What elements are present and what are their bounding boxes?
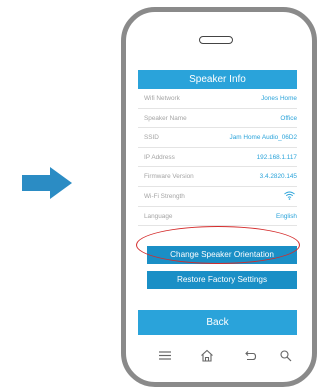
- row-wifi-strength: Wi-Fi Strength: [138, 187, 297, 207]
- back-button[interactable]: Back: [138, 310, 297, 335]
- search-icon[interactable]: [279, 349, 293, 362]
- row-language[interactable]: Language English: [138, 207, 297, 227]
- row-label: Wi-Fi Strength: [144, 192, 185, 200]
- row-ip-address: IP Address 192.168.1.117: [138, 148, 297, 168]
- phone-speaker-slot: [199, 36, 233, 44]
- restore-factory-button[interactable]: Restore Factory Settings: [147, 271, 297, 289]
- right-arrow-icon: [22, 167, 72, 199]
- speaker-info-list: Wifi Network Jones Home Speaker Name Off…: [138, 89, 297, 227]
- row-ssid: SSID Jam Home Audio_06D2: [138, 128, 297, 148]
- row-value: 3.4.2820.145: [259, 173, 297, 181]
- row-wifi-network: Wifi Network Jones Home: [138, 89, 297, 109]
- home-icon[interactable]: [200, 349, 214, 362]
- wifi-signal-icon: [284, 191, 295, 200]
- back-arrow-icon[interactable]: [243, 349, 257, 362]
- row-firmware-version: Firmware Version 3.4.2820.145: [138, 167, 297, 187]
- stage: Speaker Info Wifi Network Jones Home Spe…: [0, 0, 317, 390]
- row-label: SSID: [144, 134, 159, 142]
- row-label: Firmware Version: [144, 173, 194, 181]
- row-value: Office: [280, 114, 297, 122]
- row-label: Language: [144, 212, 173, 220]
- row-label: IP Address: [144, 153, 175, 161]
- row-value: Jam Home Audio_06D2: [229, 134, 298, 142]
- nav-bar: [138, 343, 297, 367]
- change-orientation-button[interactable]: Change Speaker Orientation: [147, 246, 297, 264]
- row-value: English: [276, 212, 297, 220]
- row-label: Speaker Name: [144, 114, 187, 122]
- phone-screen: Speaker Info Wifi Network Jones Home Spe…: [138, 70, 297, 341]
- row-value: 192.168.1.117: [256, 153, 297, 161]
- screen-title: Speaker Info: [138, 70, 297, 89]
- row-label: Wifi Network: [144, 95, 180, 102]
- row-speaker-name[interactable]: Speaker Name Office: [138, 109, 297, 129]
- row-value: Jones Home: [261, 95, 297, 102]
- menu-icon[interactable]: [158, 349, 172, 362]
